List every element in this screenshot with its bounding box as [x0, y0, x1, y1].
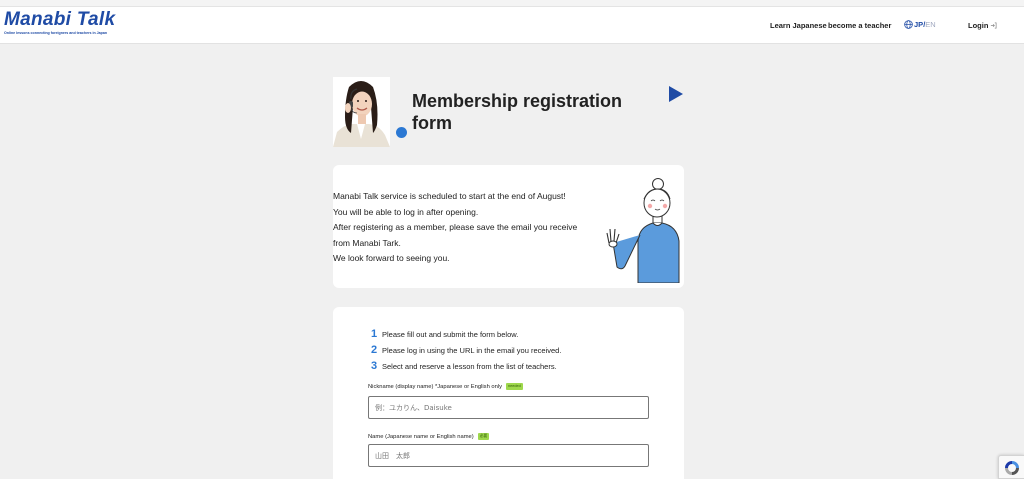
name-label: Name (Japanese name or English name) 必要 — [368, 433, 490, 440]
step-text: Please fill out and submit the form belo… — [382, 329, 519, 339]
login-link[interactable]: Login — [968, 21, 997, 30]
notice-line: You will be able to log in after opening… — [333, 206, 479, 217]
recaptcha-icon — [1005, 461, 1019, 475]
notice-text: Manabi Talk service is scheduled to star… — [333, 189, 593, 267]
nickname-input[interactable] — [368, 396, 649, 419]
required-badge: 必要 — [477, 433, 490, 440]
step-number: 1 — [371, 328, 378, 340]
login-label: Login — [968, 21, 989, 30]
site-logo[interactable]: Manabi Talk Online lessons connecting fo… — [4, 9, 116, 36]
step-item: 1 Please fill out and submit the form be… — [371, 326, 561, 342]
site-header: Manabi Talk Online lessons connecting fo… — [0, 7, 1024, 44]
name-label-text: Name (Japanese name or English name) — [368, 433, 474, 440]
decorative-triangle-icon — [669, 86, 683, 102]
logo-text: Manabi Talk — [4, 9, 116, 30]
lang-jp[interactable]: JP — [914, 20, 923, 29]
required-badge: needed — [506, 383, 523, 390]
lang-en[interactable]: EN — [925, 20, 935, 29]
step-text: Please log in using the URL in the email… — [382, 345, 562, 355]
language-switcher[interactable]: JP / EN — [904, 20, 936, 29]
page-title: Membership registration form — [412, 91, 623, 133]
step-text: Select and reserve a lesson from the lis… — [382, 361, 557, 371]
recaptcha-badge[interactable] — [998, 455, 1024, 479]
registration-steps: 1 Please fill out and submit the form be… — [371, 326, 561, 374]
nav-learn-japanese[interactable]: Learn Japanese — [770, 21, 827, 30]
step-item: 2 Please log in using the URL in the ema… — [371, 342, 561, 358]
name-input[interactable] — [368, 444, 649, 467]
hero-woman-headset-photo — [333, 77, 390, 147]
step-item: 3 Select and reserve a lesson from the l… — [371, 358, 561, 374]
step-number: 3 — [371, 360, 378, 372]
nickname-label: Nickname (display name) *Japanese or Eng… — [368, 383, 523, 390]
notice-line: from Manabi Tark. — [333, 237, 401, 248]
waving-woman-illustration — [606, 178, 680, 283]
step-number: 2 — [371, 344, 378, 356]
notice-line: Manabi Talk service is scheduled to star… — [333, 191, 566, 201]
decorative-blue-dot — [396, 127, 407, 138]
globe-icon — [904, 20, 913, 29]
registration-form-card: 1 Please fill out and submit the form be… — [333, 307, 684, 479]
logo-tagline: Online lessons connecting foreigners and… — [4, 31, 108, 35]
notice-line: After registering as a member, please sa… — [333, 222, 578, 232]
notice-line: We look forward to seeing you. — [333, 253, 450, 263]
nav-become-teacher[interactable]: become a teacher — [828, 21, 891, 30]
browser-top-strip — [0, 0, 1024, 7]
service-notice-card: Manabi Talk service is scheduled to star… — [333, 165, 684, 288]
nickname-label-text: Nickname (display name) *Japanese or Eng… — [368, 383, 503, 390]
login-arrow-icon — [991, 22, 997, 29]
